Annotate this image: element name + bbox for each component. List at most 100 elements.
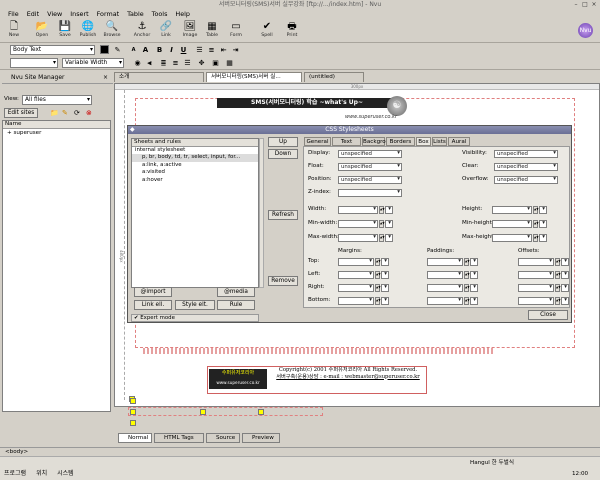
anchor-marker-icon[interactable]	[130, 398, 136, 404]
box-value-input[interactable]	[338, 271, 374, 279]
rule-item[interactable]: internal stylesheet	[132, 147, 258, 154]
box-unit-select[interactable]	[561, 284, 569, 292]
table-props-icon[interactable]: ▦	[224, 58, 235, 68]
prop-select[interactable]: unspecified	[494, 150, 558, 158]
document-tab[interactable]: 서버모니터링(SMS)서버 실...	[206, 72, 302, 82]
box-value-spinner[interactable]: ▲▼	[375, 297, 381, 305]
box-value-input[interactable]	[518, 271, 554, 279]
size-right-spinner[interactable]: ▲▼	[533, 220, 539, 228]
box-unit-select[interactable]	[381, 258, 389, 266]
menu-file[interactable]: File	[4, 9, 23, 19]
box-unit-select[interactable]	[381, 297, 389, 305]
toolbar-save-button[interactable]: 💾 Save	[53, 19, 77, 42]
edit-icon[interactable]: ✎	[62, 109, 68, 117]
size-left-unit-select[interactable]	[385, 206, 393, 214]
box-value-spinner[interactable]: ▲▼	[375, 258, 381, 266]
size-right-input[interactable]	[492, 234, 532, 242]
font-size-select[interactable]	[10, 58, 58, 68]
add-styleelt-button[interactable]: Style elt.	[175, 300, 215, 310]
tab-general[interactable]: General	[304, 137, 331, 146]
position-icon[interactable]: ✥	[196, 58, 207, 68]
box-value-spinner[interactable]: ▲▼	[555, 258, 561, 266]
box-value-input[interactable]	[427, 258, 463, 266]
taskbar-menu-item[interactable]: 프로그램	[4, 469, 26, 479]
smaller-font-icon[interactable]: A	[128, 45, 139, 55]
outdent-icon[interactable]: ⇤	[218, 45, 229, 55]
menu-view[interactable]: View	[43, 9, 66, 19]
anchor-marker-icon[interactable]	[258, 409, 264, 415]
box-unit-select[interactable]	[470, 297, 478, 305]
box-value-input[interactable]	[427, 297, 463, 305]
box-value-input[interactable]	[427, 271, 463, 279]
size-right-input[interactable]	[492, 206, 532, 214]
box-value-spinner[interactable]: ▲▼	[555, 284, 561, 292]
view-tab-normal[interactable]: Normal	[118, 433, 152, 443]
ime-status[interactable]: Hangul 한 두벌식	[470, 459, 514, 467]
document-tab[interactable]: 소개	[114, 72, 204, 82]
rule-up-button[interactable]: Up	[268, 137, 298, 147]
box-value-input[interactable]	[338, 284, 374, 292]
stop-icon[interactable]: ⊗	[86, 109, 92, 117]
menu-insert[interactable]: Insert	[66, 9, 92, 19]
toolbar-table-button[interactable]: ▦ Table	[200, 19, 224, 42]
view-tab-source[interactable]: Source	[206, 433, 240, 443]
tab-box[interactable]: Box	[416, 137, 431, 146]
close-window-icon[interactable]: ×	[590, 1, 598, 8]
view-tab-html-tags[interactable]: HTML Tags	[154, 433, 204, 443]
box-unit-select[interactable]	[381, 271, 389, 279]
size-right-input[interactable]	[492, 220, 532, 228]
box-value-spinner[interactable]: ▲▼	[375, 271, 381, 279]
prop-select[interactable]: unspecified	[494, 163, 558, 171]
box-value-input[interactable]	[338, 297, 374, 305]
document-tab[interactable]: (untitled)	[304, 72, 364, 82]
maximize-icon[interactable]: □	[581, 1, 589, 8]
view-tab-preview[interactable]: Preview	[242, 433, 280, 443]
size-left-input[interactable]	[338, 234, 378, 242]
size-left-input[interactable]	[338, 220, 378, 228]
font-family-select[interactable]: Variable Width	[62, 58, 124, 68]
toolbar-spell-button[interactable]: ✔ Spell	[255, 19, 279, 42]
tab-lists[interactable]: Lists	[432, 137, 447, 146]
box-value-spinner[interactable]: ▲▼	[375, 284, 381, 292]
tab-aural[interactable]: Aural	[448, 137, 470, 146]
prop-select[interactable]: unspecified	[338, 163, 402, 171]
menu-edit[interactable]: Edit	[23, 9, 43, 19]
tab-background[interactable]: Background	[362, 137, 396, 146]
prop-select[interactable]: unspecified	[338, 176, 402, 184]
expert-mode-checkbox[interactable]: ✔ Expert mode	[131, 314, 259, 322]
anchor-marker-icon[interactable]	[200, 409, 206, 415]
add-linkell-button[interactable]: Link ell.	[134, 300, 172, 310]
box-unit-select[interactable]	[470, 271, 478, 279]
size-left-input[interactable]	[338, 206, 378, 214]
italic-icon[interactable]: I	[166, 45, 177, 55]
tab-text[interactable]: Text	[332, 137, 361, 146]
bullet-list-icon[interactable]: ☰	[194, 45, 205, 55]
file-tree-item[interactable]: + superuser	[3, 129, 110, 137]
numbered-list-icon[interactable]: ≡	[206, 45, 217, 55]
box-value-input[interactable]	[427, 284, 463, 292]
minimize-icon[interactable]: –	[572, 1, 580, 8]
size-right-unit-select[interactable]	[539, 206, 547, 214]
size-right-unit-select[interactable]	[539, 220, 547, 228]
prop-select[interactable]: unspecified	[494, 176, 558, 184]
rule-item[interactable]: a:link, a:active	[132, 162, 258, 169]
rule-refresh-button[interactable]: Refresh	[268, 210, 298, 220]
toolbar-new-button[interactable]: 🗋 New	[2, 19, 26, 42]
box-unit-select[interactable]	[561, 297, 569, 305]
close-button[interactable]: Close	[528, 310, 568, 320]
box-unit-select[interactable]	[470, 258, 478, 266]
larger-font-icon[interactable]: A	[140, 45, 151, 55]
clock[interactable]: 12:00	[572, 470, 588, 478]
indent-icon[interactable]: ⇥	[230, 45, 241, 55]
size-right-spinner[interactable]: ▲▼	[533, 234, 539, 242]
box-unit-select[interactable]	[381, 284, 389, 292]
z-index-input[interactable]	[338, 189, 402, 197]
add-media-button[interactable]: @media	[217, 287, 255, 297]
toolbar-print-button[interactable]: 🖶 Print	[280, 19, 304, 42]
toolbar-anchor-button[interactable]: ⚓ Anchor	[130, 19, 154, 42]
box-value-input[interactable]	[518, 297, 554, 305]
view-select[interactable]: All files	[22, 95, 92, 105]
box-unit-select[interactable]	[470, 284, 478, 292]
size-left-spinner[interactable]: ▲▼	[379, 206, 385, 214]
bold-icon[interactable]: B	[154, 45, 165, 55]
